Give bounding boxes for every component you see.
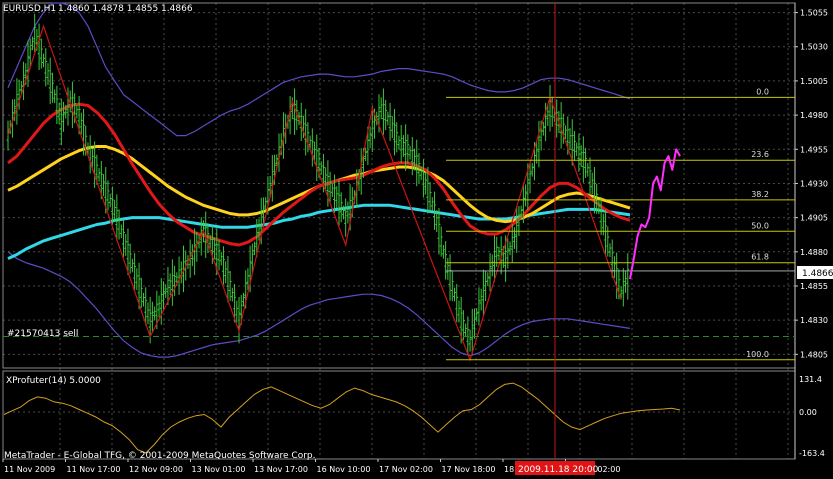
fibo-level-label: 38.2	[751, 190, 769, 199]
symbol-title: EURUSD,H1	[3, 4, 56, 14]
chart-background	[0, 0, 833, 479]
time-tick-label: 13 Nov 17:00	[254, 465, 308, 474]
price-tick-label: 1.4830	[800, 316, 828, 325]
fibo-level-label: 0.0	[756, 87, 769, 96]
time-tick-label: 17 Nov 18:00	[442, 465, 496, 474]
time-tick-label: 11 Nov 2009	[4, 465, 55, 474]
price-tick-label: 1.4855	[800, 282, 828, 291]
time-tick-label: 12 Nov 09:00	[129, 465, 183, 474]
chart-window[interactable]: 0.0 23.6 38.2 50.0 61.8 100.0 131.4 0.00 -163.4…	[0, 0, 833, 479]
watermark: MetaTrader - E-Global TFG, © 2001-2009 M…	[4, 451, 316, 461]
price-tick-label: 1.4905	[800, 214, 828, 223]
price-tick-label: 1.4930	[800, 179, 828, 188]
oscillator-tick-label: 0.00	[799, 408, 817, 417]
fibo-level-label: 100.0	[746, 350, 769, 359]
fibo-level-label: 61.8	[751, 253, 769, 262]
time-tick-label: 11 Nov 17:00	[67, 465, 121, 474]
oscillator-tick-label: -163.4	[799, 449, 825, 458]
price-tick-label: 1.4805	[800, 350, 828, 359]
time-cursor-label: 2009.11.18 20:00	[518, 465, 599, 475]
price-tick-label: 1.5005	[800, 77, 828, 86]
oscillator-label: XProfuter(14) 5.0000	[6, 376, 101, 386]
time-tick-label: 16 Nov 10:00	[317, 465, 371, 474]
oscillator-tick-label: 131.4	[799, 375, 822, 384]
order-label: #21570413 sell	[7, 329, 78, 339]
price-tick-label: 1.4880	[800, 248, 828, 257]
time-tick-label: 17 Nov 02:00	[379, 465, 433, 474]
price-tick-label: 1.4955	[800, 145, 828, 154]
fibo-level-label: 23.6	[751, 150, 769, 159]
price-tick-label: 1.5055	[800, 9, 828, 18]
ohlc-values: 1.4860 1.4878 1.4855 1.4866	[58, 4, 193, 14]
price-tick-label: 1.4980	[800, 111, 828, 120]
time-tick-label: 13 Nov 01:00	[192, 465, 246, 474]
price-tick-label: 1.5030	[800, 43, 828, 52]
current-price-label: 1.4866	[802, 269, 833, 279]
fibo-level-label: 50.0	[751, 221, 769, 230]
